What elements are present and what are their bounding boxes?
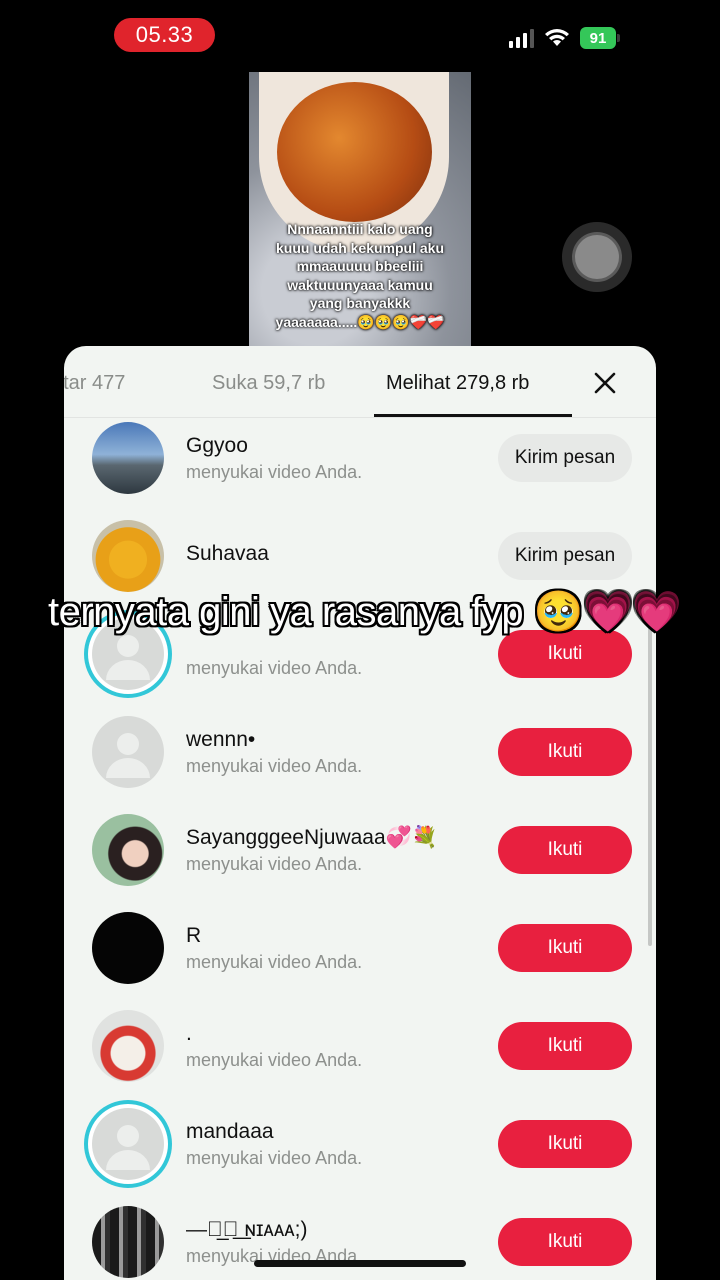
activity-text: menyukai video Anda. (186, 1050, 363, 1070)
follow-button[interactable]: Ikuti (498, 728, 632, 776)
tab-bar: ntar 477 Suka 59,7 rb Melihat 279,8 rb (64, 346, 656, 418)
avatar[interactable] (92, 1010, 164, 1082)
caption-line: kuuu udah kekumpul aku (275, 239, 445, 256)
status-icons: 91 (509, 27, 620, 49)
caption-line: mmaauuuu bbeeliii (296, 258, 424, 274)
video-caption: Nnnaanntiii kalo uang kuuu udah kekumpul… (249, 220, 471, 331)
avatar[interactable] (92, 1206, 164, 1278)
avatar[interactable] (92, 520, 164, 592)
list-item: —⃨̲⃨͟ ɴɪᴀᴀᴀ;) menyukai video Anda. Ikuti (64, 1204, 656, 1280)
overlay-caption: ternyata gini ya rasanya fyp 🥹💗💗 (48, 590, 682, 634)
avatar[interactable] (92, 716, 164, 788)
activity-text: menyukai video Anda. (186, 854, 363, 874)
activity-text: menyukai video Anda. (186, 1148, 363, 1168)
activity-text: menyukai video Anda. (186, 952, 363, 972)
activity-sheet: ntar 477 Suka 59,7 rb Melihat 279,8 rb G… (64, 346, 656, 1280)
username[interactable]: Ggyoo (186, 434, 248, 458)
avatar[interactable] (92, 912, 164, 984)
username[interactable]: Suhavaa (186, 542, 269, 566)
tab-comments[interactable]: ntar 477 (64, 372, 174, 395)
activity-text: menyukai video Anda. (186, 756, 363, 776)
follow-button[interactable]: Ikuti (498, 630, 632, 678)
username[interactable]: . (186, 1022, 192, 1046)
caption-line: yang banyakkk (309, 295, 411, 311)
close-icon[interactable] (590, 368, 620, 398)
tab-views[interactable]: Melihat 279,8 rb (386, 372, 529, 395)
caption-line: yaaaaaaa.....🥹🥹🥹❤️‍🩹❤️‍🩹 (275, 313, 445, 330)
follow-button[interactable]: Ikuti (498, 924, 632, 972)
username[interactable]: R (186, 924, 201, 948)
follow-button[interactable]: Ikuti (498, 1022, 632, 1070)
activity-text: menyukai video Anda. (186, 462, 363, 482)
cellular-signal-icon (509, 28, 534, 48)
username[interactable]: SayangggeeNjuwaaa💞💐 (186, 826, 438, 850)
default-avatar-icon (106, 1125, 150, 1170)
send-message-button[interactable]: Kirim pesan (498, 434, 632, 482)
avatar[interactable] (92, 422, 164, 494)
caption-line: Nnnaanntiii kalo uang (287, 221, 433, 237)
avatar[interactable] (92, 814, 164, 886)
active-tab-indicator (374, 414, 572, 417)
activity-text: menyukai video Anda. (186, 658, 363, 678)
follow-button[interactable]: Ikuti (498, 1218, 632, 1266)
follow-button[interactable]: Ikuti (498, 1120, 632, 1168)
status-time: 05.33 (114, 18, 215, 52)
send-message-button[interactable]: Kirim pesan (498, 532, 632, 580)
list-item: R menyukai video Anda. Ikuti (64, 910, 656, 1007)
caption-line: waktuuunyaaa kamuu (287, 276, 433, 293)
list-item: . menyukai video Anda. Ikuti (64, 1008, 656, 1105)
list-item: wennn• menyukai video Anda. Ikuti (64, 714, 656, 811)
default-avatar-icon (106, 733, 150, 778)
scrollbar[interactable] (648, 606, 652, 946)
username[interactable]: —⃨̲⃨͟ ɴɪᴀᴀᴀ;) (186, 1218, 308, 1242)
list-item: Ggyoo menyukai video Anda. Kirim pesan (64, 420, 656, 517)
username[interactable]: wennn• (186, 728, 255, 752)
battery-level: 91 (589, 29, 607, 47)
wifi-icon (545, 29, 569, 46)
food-image (277, 82, 432, 222)
username[interactable]: mandaaa (186, 1120, 274, 1144)
assistive-touch-button[interactable] (562, 222, 632, 292)
video-thumbnail[interactable]: Nnnaanntiii kalo uang kuuu udah kekumpul… (249, 72, 471, 346)
assistive-touch-icon (575, 235, 619, 279)
home-indicator[interactable] (254, 1260, 466, 1267)
tab-likes[interactable]: Suka 59,7 rb (212, 372, 325, 395)
follow-button[interactable]: Ikuti (498, 826, 632, 874)
avatar[interactable] (92, 1108, 164, 1180)
list-item: SayangggeeNjuwaaa💞💐 menyukai video Anda.… (64, 812, 656, 909)
battery-indicator: 91 (580, 27, 620, 49)
list-item: mandaaa menyukai video Anda. Ikuti (64, 1106, 656, 1203)
